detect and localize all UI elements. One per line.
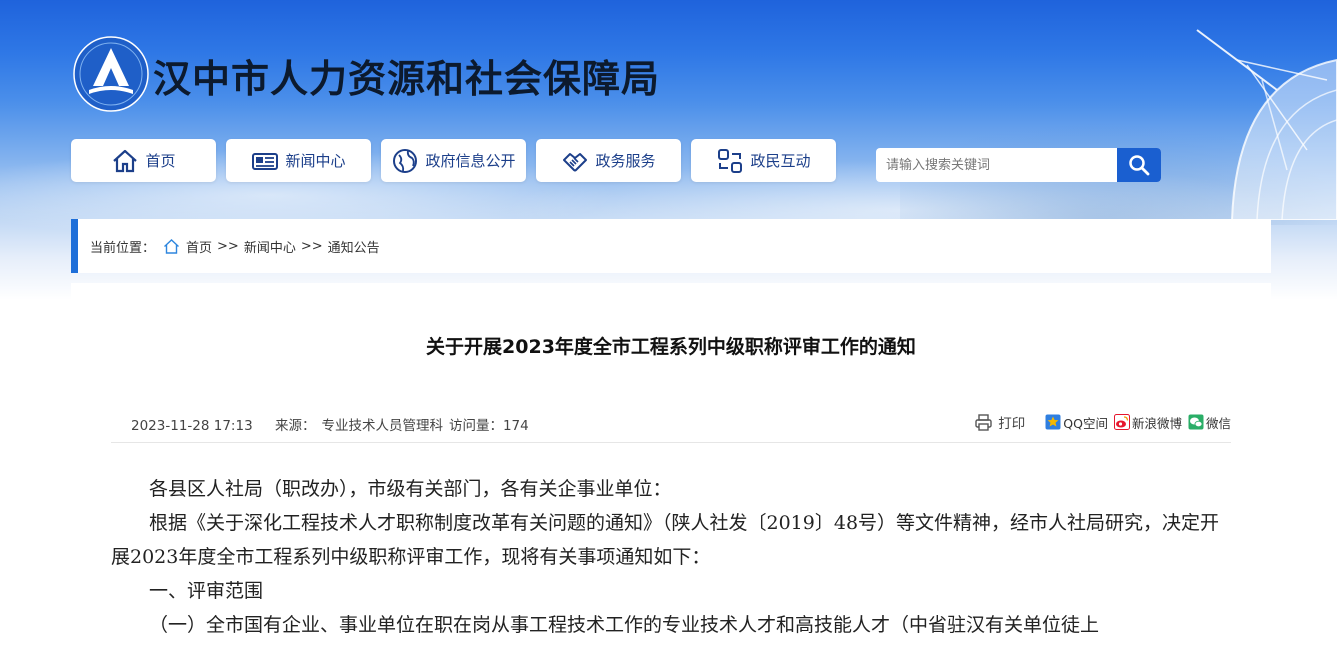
wechat-icon: [1188, 414, 1204, 430]
breadcrumb-label: 当前位置：: [90, 240, 156, 256]
source-label: 来源：: [274, 418, 316, 434]
breadcrumb-notice-link[interactable]: 通知公告: [328, 237, 380, 256]
printer-icon: [975, 413, 992, 431]
share-wechat[interactable]: 微信: [1188, 413, 1231, 432]
home-icon: [164, 238, 179, 254]
breadcrumb-news-link[interactable]: 新闻中心: [244, 237, 296, 256]
breadcrumb-separator: >>: [300, 238, 323, 254]
share-qzone-label: QQ空间: [1063, 415, 1108, 431]
article-body: 各县区人社局（职改办），市级有关部门，各有关企事业单位： 根据《关于深化工程技术…: [111, 472, 1231, 642]
nav-home-label: 首页: [145, 152, 176, 170]
nav-gov-info[interactable]: 政府信息公开: [381, 139, 526, 182]
article-meta: 2023-11-28 17:13 来源： 专业技术人员管理科 访问量：174 打印 …: [111, 410, 1231, 443]
qzone-icon: [1045, 414, 1061, 430]
search-bar: [876, 148, 1161, 182]
share-weibo[interactable]: 新浪微博: [1113, 413, 1182, 432]
share-wechat-label: 微信: [1205, 415, 1231, 431]
article-container: 关于开展2023年度全市工程系列中级职称评审工作的通知 2023-11-28 1…: [71, 283, 1271, 647]
interaction-icon: [718, 148, 743, 173]
newspaper-icon: [252, 152, 279, 170]
article-title: 关于开展2023年度全市工程系列中级职称评审工作的通知: [426, 336, 916, 358]
nav-interaction[interactable]: 政民互动: [691, 139, 836, 182]
nav-news[interactable]: 新闻中心: [226, 139, 371, 182]
article-date: 2023-11-28 17:13: [131, 418, 253, 434]
nav-news-label: 新闻中心: [285, 152, 346, 170]
satellite-dish-illustration: [1196, 29, 1337, 220]
nav-gov-service-label: 政务服务: [595, 152, 656, 170]
article-paragraph: 根据《关于深化工程技术人才职称制度改革有关问题的通知》（陕人社发〔2019〕48…: [111, 512, 1220, 568]
views-label: 访问量：: [448, 418, 503, 434]
handshake-icon: [563, 152, 588, 171]
print-button[interactable]: 打印: [974, 412, 1025, 432]
home-icon: [113, 149, 138, 172]
share-weibo-label: 新浪微博: [1131, 415, 1182, 431]
breadcrumb-home-link[interactable]: 首页: [186, 237, 212, 256]
breadcrumb-separator: >>: [217, 238, 239, 254]
nav-interaction-label: 政民互动: [750, 152, 811, 170]
nav-gov-info-label: 政府信息公开: [425, 152, 516, 170]
nav-gov-service[interactable]: 政务服务: [536, 139, 681, 182]
print-label: 打印: [998, 416, 1026, 432]
article-section-heading: 一、评审范围: [149, 580, 264, 602]
globe-icon: [393, 148, 418, 173]
share-qzone[interactable]: QQ空间: [1045, 413, 1108, 432]
weibo-icon: [1113, 414, 1130, 430]
article-source: 专业技术人员管理科: [321, 418, 443, 434]
search-button[interactable]: [1117, 148, 1161, 182]
breadcrumb: 当前位置： 首页 >> 新闻中心 >> 通知公告: [71, 219, 1271, 273]
search-input[interactable]: [876, 148, 1117, 182]
hrss-logo-icon[interactable]: [73, 36, 149, 112]
article-views: 174: [502, 418, 529, 434]
search-icon: [1129, 155, 1150, 176]
nav-home[interactable]: 首页: [71, 139, 216, 182]
article-paragraph: 各县区人社局（职改办），市级有关部门，各有关企事业单位：: [149, 478, 672, 500]
site-title: 汉中市人力资源和社会保障局: [153, 57, 661, 101]
article-paragraph: （一）全市国有企业、事业单位在职在岗从事工程技术工作的专业技术人才和高技能人才（…: [149, 614, 1100, 636]
